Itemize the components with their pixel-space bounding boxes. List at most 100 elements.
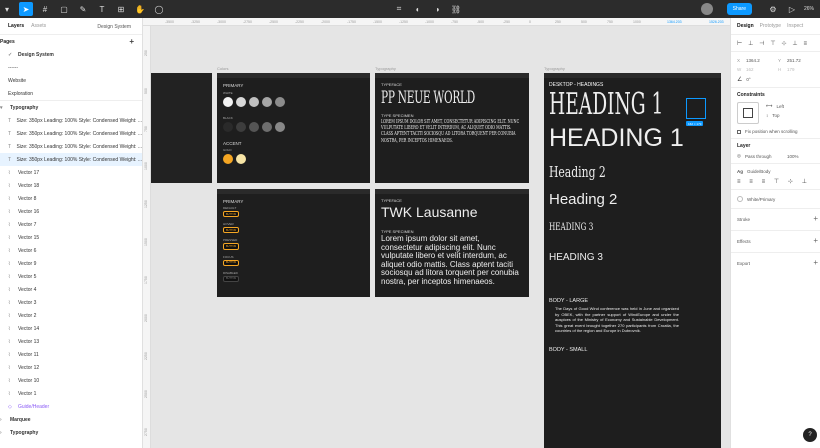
layer-vector-item[interactable]: ⌇ Vector 7	[0, 218, 142, 231]
tab-inspect[interactable]: Inspect	[787, 23, 803, 29]
constraint-v-select[interactable]: Top	[772, 113, 779, 118]
layer-marquee[interactable]: › Marquee	[0, 413, 142, 426]
tab-prototype[interactable]: Prototype	[760, 23, 781, 29]
button-sample[interactable]: BUTTON	[223, 259, 240, 266]
component-icon[interactable]: ⌗	[392, 2, 406, 16]
hand-tool-icon[interactable]: ✋	[133, 2, 147, 16]
color-swatch[interactable]	[223, 154, 233, 164]
layer-vector-item[interactable]: ⌇ Vector 16	[0, 205, 142, 218]
move-tool-icon[interactable]: ➤	[19, 2, 33, 16]
text-align-right-icon[interactable]: ≡	[762, 179, 766, 185]
layer-vector-item[interactable]: ⌇ Vector 4	[0, 283, 142, 296]
layer-vector-item[interactable]: ⌇ Vector 18	[0, 179, 142, 192]
color-swatch[interactable]	[249, 97, 259, 107]
help-button[interactable]: ?	[803, 428, 817, 442]
chevron-down-icon[interactable]: ▾	[0, 105, 6, 111]
layer-vector-item[interactable]: ⌇ Vector 10	[0, 374, 142, 387]
layer-vector-item[interactable]: ⌇ Vector 12	[0, 361, 142, 374]
layer-vector-item[interactable]: ⌇ Vector 9	[0, 257, 142, 270]
rotation-input[interactable]: 0°	[746, 77, 750, 82]
link-icon[interactable]: ⛓	[449, 2, 463, 16]
layer-vector-item[interactable]: ⌇ Vector 2	[0, 309, 142, 322]
y-input[interactable]: 251.72	[787, 58, 801, 63]
x-input[interactable]: 1364.2	[746, 58, 778, 63]
text-align-bottom-icon[interactable]: ⊥	[802, 178, 807, 185]
dev-mode-icon[interactable]: ⚙	[766, 2, 780, 16]
layer-vector-item[interactable]: ⌇ Vector 13	[0, 335, 142, 348]
page-item[interactable]: Exploration	[0, 87, 142, 100]
layer-vector-item[interactable]: ⌇ Vector 8	[0, 192, 142, 205]
fill-swatch[interactable]	[737, 196, 743, 202]
constraint-h-select[interactable]: Left	[776, 104, 784, 109]
chevron-right-icon[interactable]: ›	[0, 430, 6, 436]
resources-icon[interactable]: ⊞	[114, 2, 128, 16]
align-center-h-icon[interactable]: ⊥	[748, 40, 753, 47]
layer-frame-typography[interactable]: ▾ Typography	[0, 101, 142, 114]
text-align-center-icon[interactable]: ≡	[749, 179, 753, 185]
comment-tool-icon[interactable]: ◯	[152, 2, 166, 16]
align-middle-icon[interactable]: ⊹	[781, 40, 786, 47]
shape-tool-icon[interactable]: ▢	[57, 2, 71, 16]
frame-colors[interactable]: PRIMARY WHITE BLACK ACCENT GOLD	[217, 73, 370, 183]
frame-partial[interactable]	[151, 73, 212, 183]
layer-text-item[interactable]: T Size: 350px Leading: 100% Style: Conden…	[0, 153, 142, 166]
color-swatch[interactable]	[223, 97, 233, 107]
layer-vector-item[interactable]: ⌇ Vector 15	[0, 231, 142, 244]
layer-guide-header[interactable]: ◇ Guide/Header	[0, 400, 142, 413]
layer-typography[interactable]: › Typography	[0, 426, 142, 439]
align-top-icon[interactable]: ⊤	[770, 40, 775, 47]
layer-vector-item[interactable]: ⌇ Vector 14	[0, 322, 142, 335]
button-sample[interactable]: BUTTON	[223, 227, 240, 234]
add-stroke-icon[interactable]: +	[813, 214, 818, 223]
color-swatch[interactable]	[223, 122, 233, 132]
frame-headings[interactable]: DESKTOP - HEADINGS HEADING 1 HEADING 1 H…	[544, 73, 721, 448]
zoom-level[interactable]: 26%	[804, 6, 814, 12]
h-input[interactable]: 179	[787, 67, 795, 72]
text-style-name[interactable]: Guide/Body	[747, 169, 771, 174]
text-align-middle-icon[interactable]: ⊹	[788, 178, 793, 185]
align-bottom-icon[interactable]: ⊥	[792, 40, 797, 47]
tab-assets[interactable]: Assets	[31, 23, 46, 29]
layer-vector-item[interactable]: ⌇ Vector 1	[0, 387, 142, 400]
selection-box[interactable]	[686, 98, 706, 119]
pen-tool-icon[interactable]: ✎	[76, 2, 90, 16]
page-item[interactable]: ✓ Design System	[0, 48, 142, 61]
frame-buttons[interactable]: PRIMARY DEFAULT BUTTON HOVER BUTTON PRESSED B…	[217, 189, 370, 297]
tab-design[interactable]: Design	[737, 23, 754, 29]
chevron-right-icon[interactable]: ›	[0, 417, 6, 423]
page-item[interactable]: ------	[0, 61, 142, 74]
color-swatch[interactable]	[275, 97, 285, 107]
main-menu-icon[interactable]: ▾	[0, 2, 14, 16]
button-sample[interactable]: BUTTON	[223, 243, 240, 250]
frame-typeface-neue-world[interactable]: TYPEFACE PP NEUE WORLD TYPE SPECIMEN LOR…	[375, 73, 529, 183]
page-item[interactable]: Website	[0, 74, 142, 87]
blend-mode-select[interactable]: Pass through	[745, 154, 787, 159]
opacity-input[interactable]: 100%	[787, 154, 799, 159]
button-sample[interactable]: BUTTON	[223, 211, 240, 218]
color-swatch[interactable]	[262, 122, 272, 132]
layer-text-item[interactable]: T Size: 350px Leading: 100% Style: Conden…	[0, 140, 142, 153]
layer-text-item[interactable]: T Size: 350px Leading: 100% Style: Conden…	[0, 127, 142, 140]
add-effect-icon[interactable]: +	[813, 236, 818, 245]
add-page-icon[interactable]: +	[129, 37, 134, 46]
file-name[interactable]: Design System	[97, 24, 131, 30]
fix-position-checkbox[interactable]	[737, 129, 741, 134]
layer-vector-item[interactable]: ⌇ Vector 6	[0, 244, 142, 257]
text-align-left-icon[interactable]: ≡	[737, 179, 741, 185]
color-swatch[interactable]	[236, 154, 246, 164]
mask-icon[interactable]: ◐	[411, 2, 425, 16]
layer-text-item[interactable]: T Size: 350px Leading: 100% Style: Conden…	[0, 114, 142, 127]
frame-typeface-lausanne[interactable]: TYPEFACE TWK Lausanne TYPE SPECIMEN Lore…	[375, 189, 529, 297]
button-sample[interactable]: BUTTON	[223, 275, 240, 282]
frame-tool-icon[interactable]: #	[38, 2, 52, 16]
color-swatch[interactable]	[275, 122, 285, 132]
color-swatch[interactable]	[236, 97, 246, 107]
color-swatch[interactable]	[262, 97, 272, 107]
align-right-icon[interactable]: ⊣	[759, 40, 764, 47]
distribute-icon[interactable]: ≡	[803, 41, 807, 47]
align-left-icon[interactable]: ⊢	[737, 40, 742, 47]
layer-vector-item[interactable]: ⌇ Vector 5	[0, 270, 142, 283]
tab-layers[interactable]: Layers	[8, 23, 24, 29]
fill-style-name[interactable]: White/Primary	[747, 197, 775, 202]
present-icon[interactable]: ▷	[785, 2, 799, 16]
